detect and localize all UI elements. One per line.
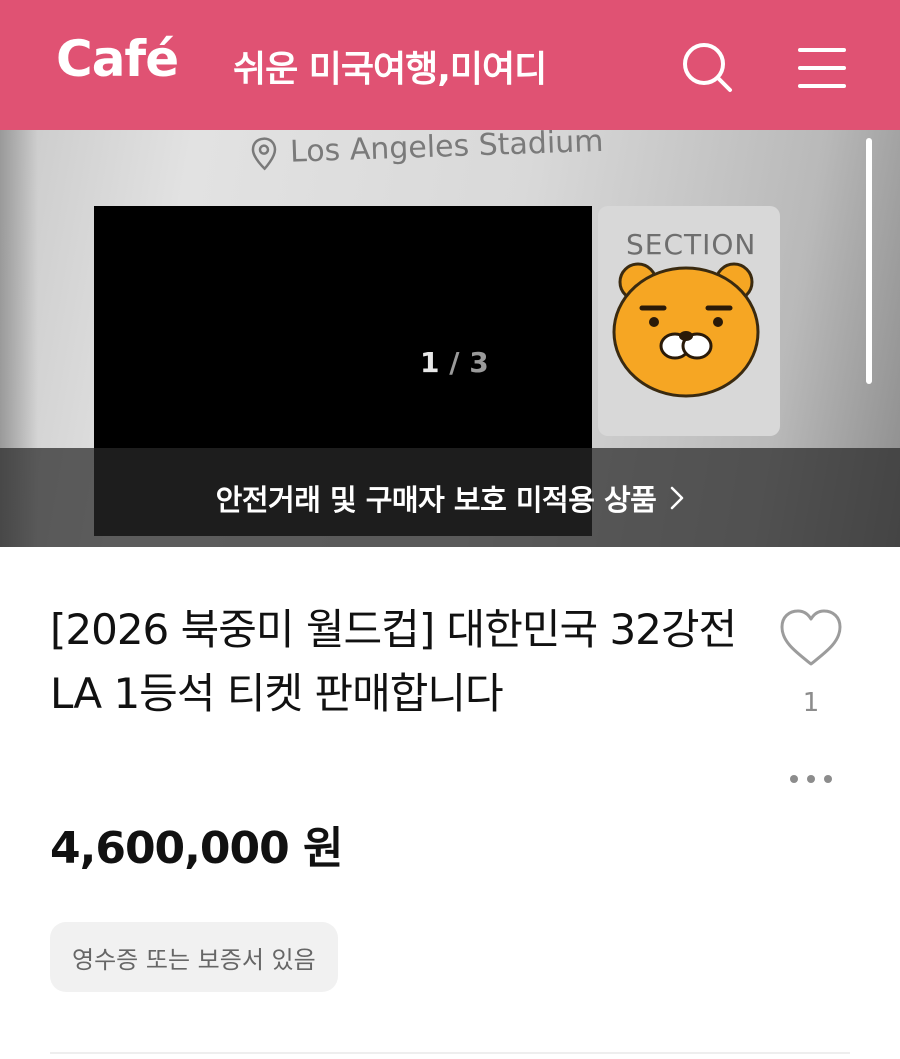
hamburger-menu-icon <box>798 48 846 88</box>
heart-icon <box>780 609 842 666</box>
like-button[interactable] <box>776 606 846 670</box>
safe-trade-notice[interactable]: 안전거래 및 구매자 보호 미적용 상품 <box>0 448 900 547</box>
ticket-location: Los Angeles Stadium <box>249 130 604 171</box>
menu-button[interactable] <box>794 40 850 96</box>
ryan-sticker-icon <box>612 262 760 398</box>
section-divider <box>50 1052 850 1054</box>
location-pin-icon <box>251 136 277 170</box>
more-dots-icon <box>790 775 832 783</box>
cafe-logo[interactable]: Café <box>56 30 179 88</box>
search-icon <box>683 43 732 92</box>
location-text: Los Angeles Stadium <box>289 130 605 170</box>
chevron-right-icon <box>671 486 684 510</box>
photo-counter: 1 / 3 <box>420 346 489 379</box>
post-title: [2026 북중미 월드컵] 대한민국 32강전 LA 1등석 티켓 판매합니다 <box>50 605 737 718</box>
more-options-button[interactable] <box>786 766 836 792</box>
photo-counter-current: 1 <box>420 346 440 379</box>
photo-counter-separator: / <box>439 346 470 379</box>
top-bar: Café 쉬운 미국여행,미여디 <box>0 0 900 130</box>
product-photo-carousel[interactable]: Los Angeles Stadium SECTION 1 / 3 안전거래 및… <box>0 130 900 547</box>
post-price: 4,600,000 원 <box>50 823 344 874</box>
receipt-tag: 영수증 또는 보증서 있음 <box>50 922 338 992</box>
search-button[interactable] <box>680 40 736 96</box>
safe-trade-notice-text: 안전거래 및 구매자 보호 미적용 상품 <box>215 483 657 517</box>
cafe-name[interactable]: 쉬운 미국여행,미여디 <box>233 40 547 92</box>
page-scrollbar[interactable] <box>866 138 872 384</box>
like-count: 1 <box>802 688 820 718</box>
photo-counter-total: 3 <box>469 346 489 379</box>
